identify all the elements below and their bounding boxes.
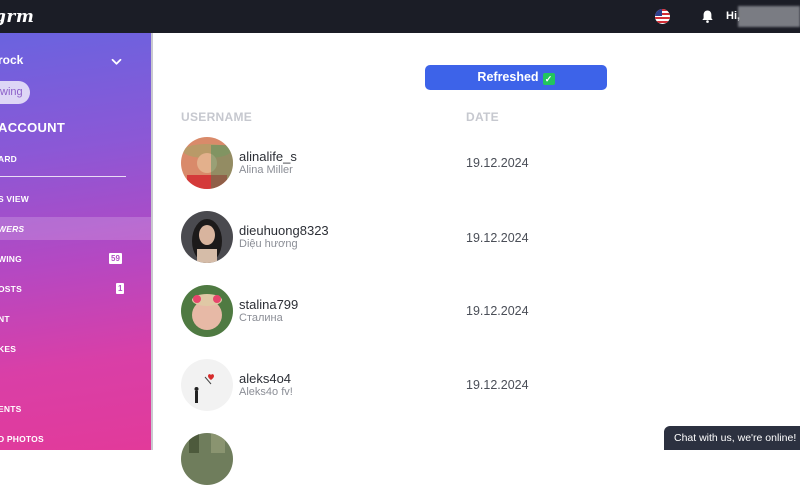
avatar[interactable] bbox=[181, 433, 233, 485]
column-header-date[interactable]: DATE bbox=[466, 110, 499, 124]
refreshed-label: Refreshed bbox=[477, 70, 539, 84]
account-selector-label[interactable]: rock bbox=[0, 53, 23, 67]
posts-count-badge: 1 bbox=[116, 283, 125, 294]
row-display-name: Alina Miller bbox=[239, 164, 293, 176]
sidebar-item-dashboard[interactable]: ARD bbox=[0, 154, 17, 164]
row-username[interactable]: alinalife_s bbox=[239, 149, 297, 164]
avatar[interactable] bbox=[181, 359, 233, 411]
sidebar-item-posts[interactable]: OSTS bbox=[0, 284, 22, 294]
following-pill[interactable]: wing bbox=[0, 81, 30, 104]
chevron-down-icon[interactable] bbox=[111, 54, 122, 65]
check-icon: ✓ bbox=[542, 73, 555, 85]
avatar[interactable] bbox=[181, 211, 233, 263]
row-username[interactable]: aleks4o4 bbox=[239, 371, 291, 386]
row-display-name: Сталина bbox=[239, 312, 283, 324]
sidebar-item-viewers[interactable]: WERS bbox=[0, 224, 24, 234]
sidebar-item-photos[interactable]: D PHOTOS bbox=[0, 434, 44, 444]
blurred-username[interactable] bbox=[738, 6, 800, 27]
row-date: 19.12.2024 bbox=[466, 231, 529, 245]
sidebar-scroll-edge bbox=[151, 33, 153, 450]
avatar[interactable] bbox=[181, 285, 233, 337]
sidebar-item-views[interactable]: S VIEW bbox=[0, 194, 29, 204]
row-date: 19.12.2024 bbox=[466, 156, 529, 170]
row-username[interactable]: stalina799 bbox=[239, 297, 298, 312]
sidebar-item-following[interactable]: WING bbox=[0, 254, 22, 264]
avatar[interactable] bbox=[181, 137, 233, 189]
sidebar-item-comments[interactable]: ENTS bbox=[0, 404, 21, 414]
app-logo[interactable]: grm bbox=[0, 7, 34, 27]
row-username[interactable]: dieuhuong8323 bbox=[239, 223, 329, 238]
row-display-name: Diệu hương bbox=[239, 238, 298, 250]
following-count-badge: 59 bbox=[109, 253, 122, 264]
row-date: 19.12.2024 bbox=[466, 304, 529, 318]
row-display-name: Aleks4o fv! bbox=[239, 386, 293, 398]
sidebar-section-title: ACCOUNT bbox=[0, 120, 66, 135]
us-flag-icon[interactable] bbox=[655, 9, 670, 24]
sidebar-divider bbox=[0, 176, 126, 177]
sidebar-item-nt[interactable]: NT bbox=[0, 314, 10, 324]
bell-icon[interactable] bbox=[700, 9, 715, 24]
chat-widget-button[interactable]: Chat with us, we're online! bbox=[664, 426, 800, 450]
sidebar: rock wing ACCOUNT ARD S VIEW WERS WING 5… bbox=[0, 33, 151, 450]
column-header-username[interactable]: USERNAME bbox=[181, 110, 252, 124]
sidebar-item-likes[interactable]: KES bbox=[0, 344, 16, 354]
row-date: 19.12.2024 bbox=[466, 378, 529, 392]
top-bar: grm Hi, bbox=[0, 0, 800, 33]
refreshed-button[interactable]: Refreshed ✓ bbox=[425, 65, 607, 90]
